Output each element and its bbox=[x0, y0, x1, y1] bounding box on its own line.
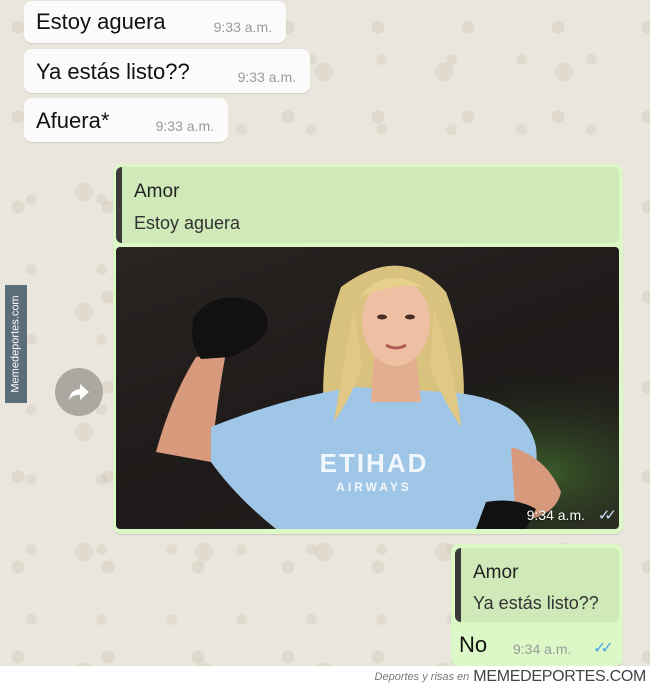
footer-watermark: Deportes y risas en MEMEDEPORTES.COM bbox=[0, 666, 650, 688]
side-watermark-text: Memedeportes.com bbox=[10, 295, 22, 393]
incoming-message-bubble[interactable]: Ya estás listo?? 9:33 a.m. bbox=[24, 49, 310, 93]
quote-author: Amor bbox=[473, 562, 519, 583]
message-text: No bbox=[459, 632, 488, 657]
jersey-subtext: AIRWAYS bbox=[336, 480, 412, 494]
footer-tagline: Deportes y risas en bbox=[374, 671, 470, 683]
message-text: Estoy aguera bbox=[36, 9, 166, 34]
incoming-message-bubble[interactable]: Estoy aguera 9:33 a.m. bbox=[24, 1, 286, 43]
forward-button[interactable] bbox=[55, 368, 103, 416]
message-photo[interactable]: ETIHAD AIRWAYS 9:34 a.m. ✓✓ bbox=[116, 247, 619, 529]
incoming-message-bubble[interactable]: Afuera* 9:33 a.m. bbox=[24, 98, 228, 142]
footer-brand: MEMEDEPORTES.COM bbox=[473, 668, 646, 685]
outgoing-reply-message[interactable]: Amor Ya estás listo?? No 9:34 a.m. ✓✓ bbox=[451, 544, 623, 666]
quote-bar bbox=[455, 548, 461, 622]
outgoing-photo-message[interactable]: Amor Estoy aguera ETIHAD AIRWAYS 9:34 a.… bbox=[113, 164, 623, 534]
message-text: Ya estás listo?? bbox=[36, 59, 190, 84]
quote-text: Ya estás listo?? bbox=[473, 593, 599, 613]
message-time: 9:33 a.m. bbox=[155, 118, 214, 134]
quote-bar bbox=[116, 167, 122, 243]
quoted-message[interactable]: Amor Ya estás listo?? bbox=[455, 548, 619, 622]
message-text: Afuera* bbox=[36, 108, 110, 133]
quoted-message[interactable]: Amor Estoy aguera bbox=[116, 167, 619, 243]
quote-text: Estoy aguera bbox=[134, 213, 241, 233]
double-check-icon: ✓✓ bbox=[597, 507, 617, 524]
photo-illustration: ETIHAD AIRWAYS bbox=[116, 247, 619, 529]
photo-time: 9:34 a.m. bbox=[526, 507, 585, 523]
message-time: 9:34 a.m. bbox=[513, 641, 572, 657]
jersey-text: ETIHAD bbox=[320, 448, 429, 478]
message-time: 9:33 a.m. bbox=[213, 19, 272, 35]
side-watermark: Memedeportes.com bbox=[5, 285, 27, 403]
quote-author: Amor bbox=[134, 181, 180, 202]
double-check-icon: ✓✓ bbox=[593, 640, 614, 657]
forward-arrow-icon bbox=[69, 384, 89, 400]
message-time: 9:33 a.m. bbox=[237, 69, 296, 85]
